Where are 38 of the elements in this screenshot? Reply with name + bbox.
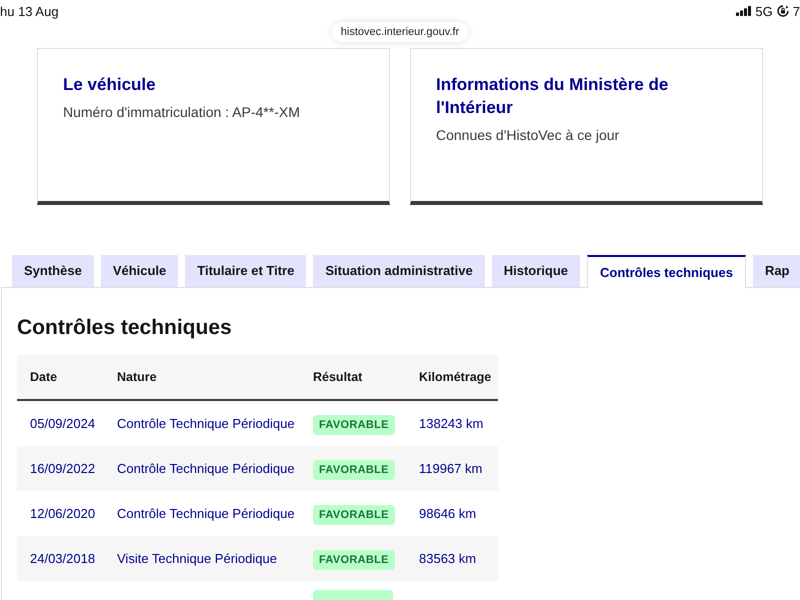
card-title: Informations du Ministère de l'Intérieur (436, 74, 670, 119)
column-header: Nature (116, 368, 158, 386)
nature-cell-text: Contrôle Technique Périodique (116, 414, 296, 433)
nature-cell-text: Visite Technique Périodique (116, 550, 278, 568)
nature-cell-text: Contrôle Technique Périodique (116, 504, 296, 523)
tab[interactable]: Situation administrative (313, 255, 485, 287)
status-date: hu 13 Aug (0, 4, 59, 18)
battery-percent: 7 (792, 4, 800, 18)
date-cell-text: 16/09/2022 (29, 460, 96, 478)
section-heading: Contrôles techniques (17, 316, 232, 340)
mileage-cell-text: 98646 km (418, 504, 478, 523)
result-badge: FAVORABLE (313, 414, 395, 435)
nature-cell-text: Contrôle Technique Périodique (116, 460, 296, 478)
mileage-cell-text: 83563 km (418, 550, 478, 568)
address-bar[interactable]: histovec.interieur.gouv.fr (332, 22, 468, 42)
column-header: Résultat (312, 368, 364, 386)
mileage-cell-text: 119967 km (418, 460, 484, 478)
date-cell-text: 24/03/2018 (29, 550, 96, 568)
column-header: Date (29, 368, 58, 386)
tab[interactable]: Contrôles techniques (587, 255, 746, 288)
tab[interactable]: Synthèse (12, 255, 94, 287)
card-subtitle: Connues d'HistoVec à ce jour (436, 126, 620, 145)
signal-bars-icon (736, 6, 752, 16)
tab[interactable]: Titulaire et Titre (185, 255, 306, 287)
mileage-cell-text: 138243 km (418, 414, 484, 433)
tab[interactable]: Historique (492, 255, 580, 287)
network-label: 5G (755, 4, 773, 18)
card-subtitle: Numéro d'immatriculation : AP-4**-XM (63, 103, 300, 122)
tab[interactable]: Rap (752, 255, 800, 287)
result-badge: FAVORABLE (313, 504, 395, 525)
tab[interactable]: Véhicule (100, 255, 178, 287)
card-title: Le véhicule (63, 74, 156, 96)
result-badge: FAVORABLE (313, 550, 395, 570)
column-header: Kilométrage (418, 368, 492, 386)
rotation-lock-icon (776, 5, 789, 17)
date-cell-text: 05/09/2024 (29, 414, 96, 433)
result-badge: FAVORABLE (313, 460, 395, 480)
date-cell-text: 12/06/2020 (29, 504, 96, 523)
